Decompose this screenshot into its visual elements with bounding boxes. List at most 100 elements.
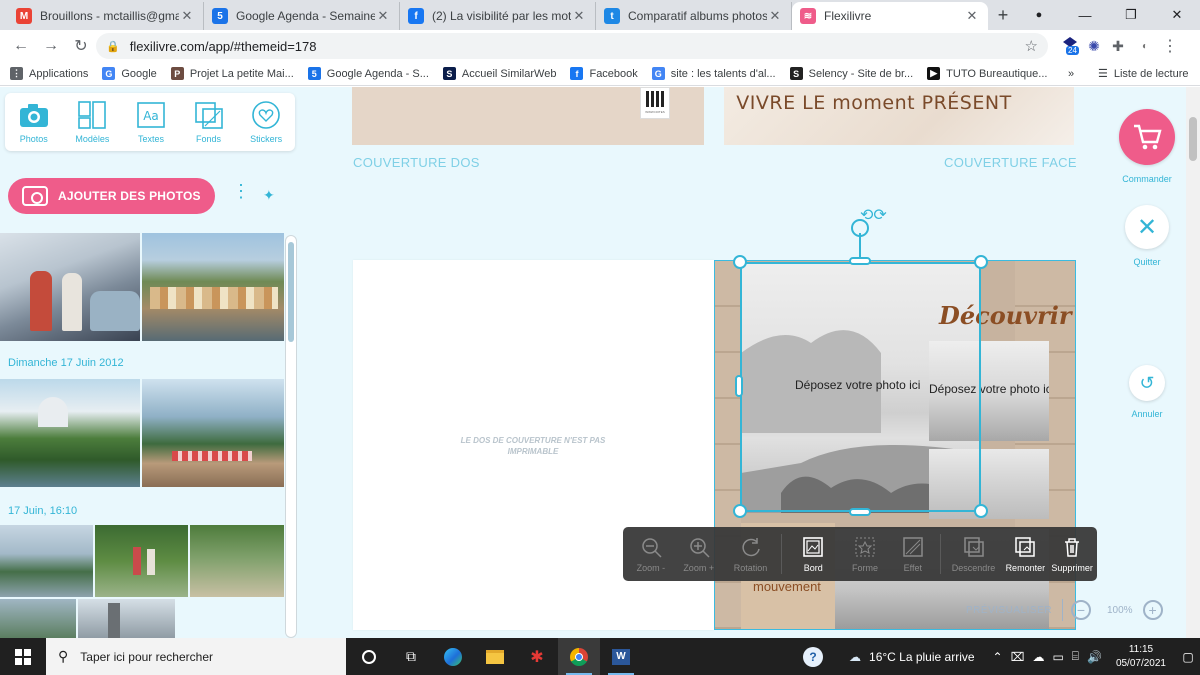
- tool-heart[interactable]: Stickers: [250, 100, 282, 144]
- rotate-button[interactable]: Rotation: [723, 527, 779, 581]
- zoom-out-button[interactable]: −: [1071, 600, 1091, 620]
- extension-gear-icon[interactable]: ✺: [1082, 38, 1106, 55]
- new-tab-button[interactable]: +: [988, 5, 1018, 26]
- volume-icon[interactable]: 🔊: [1087, 650, 1102, 664]
- resize-handle-bottom-left[interactable]: [733, 504, 747, 518]
- tab-close-icon[interactable]: ✕: [571, 8, 587, 24]
- page-scrollbar[interactable]: [1186, 87, 1200, 638]
- network-icon[interactable]: ⌸: [1072, 649, 1079, 664]
- move-down-button[interactable]: Descendre: [944, 527, 1004, 581]
- notifications-icon[interactable]: ▢: [1176, 650, 1200, 664]
- reload-button[interactable]: ↻: [66, 36, 96, 56]
- tool-text[interactable]: Aa Textes: [135, 100, 167, 144]
- resize-handle-bottom[interactable]: [849, 508, 871, 516]
- tool-layout[interactable]: Modèles: [75, 100, 109, 144]
- gallery-photo[interactable]: [0, 233, 140, 341]
- restore-button[interactable]: ❐: [1108, 0, 1154, 30]
- bookmarks-overflow-button[interactable]: »: [1068, 68, 1074, 80]
- add-photos-button[interactable]: AJOUTER DES PHOTOS: [8, 178, 215, 214]
- system-clock[interactable]: 11:15 05/07/2021: [1106, 643, 1176, 671]
- page-caption[interactable]: mouvement: [753, 579, 821, 594]
- bookmark-star-icon[interactable]: ☆: [1025, 37, 1038, 55]
- cortana-icon[interactable]: [348, 638, 390, 675]
- back-button[interactable]: ←: [6, 37, 36, 55]
- browser-tab[interactable]: f (2) La visibilité par les mots - ✕: [400, 2, 596, 30]
- shape-button[interactable]: Forme: [841, 527, 889, 581]
- reading-list-button[interactable]: ☰ Liste de lecture: [1098, 67, 1188, 81]
- border-button[interactable]: Bord: [785, 527, 841, 581]
- resize-handle-top-right[interactable]: [974, 255, 988, 269]
- weather-text[interactable]: 16°C La pluie arrive: [869, 650, 975, 664]
- battery-icon[interactable]: ▭: [1052, 650, 1063, 664]
- tab-close-icon[interactable]: ✕: [375, 8, 391, 24]
- gallery-photo[interactable]: [142, 379, 284, 487]
- trash-button[interactable]: Supprimer: [1047, 527, 1097, 581]
- front-cover-preview[interactable]: VIVRE LE moment PRÉSENT: [724, 87, 1074, 145]
- bookmark-item[interactable]: P Projet La petite Mai...: [170, 67, 294, 80]
- bookmark-item[interactable]: ▶ TUTO Bureautique...: [927, 67, 1047, 80]
- page-scroll-thumb[interactable]: [1189, 117, 1197, 161]
- url-input[interactable]: 🔒 flexilivre.com/app/#themeid=178 ☆: [96, 33, 1048, 59]
- bookmark-item[interactable]: S Accueil SimilarWeb: [442, 67, 556, 80]
- quit-button[interactable]: ✕: [1125, 205, 1169, 249]
- tab-close-icon[interactable]: ✕: [964, 8, 980, 24]
- tab-close-icon[interactable]: ✕: [767, 8, 783, 24]
- resize-handle-left[interactable]: [735, 375, 743, 397]
- order-button[interactable]: [1119, 109, 1175, 165]
- minimize-button[interactable]: —: [1062, 0, 1108, 30]
- close-window-button[interactable]: ✕: [1154, 0, 1200, 30]
- file-explorer-icon[interactable]: [474, 638, 516, 675]
- more-options-icon[interactable]: ⋮: [232, 182, 250, 200]
- profile-menu-icon[interactable]: ●: [1016, 0, 1062, 30]
- windows-start-button[interactable]: [0, 638, 46, 675]
- gallery-scroll-thumb[interactable]: [288, 242, 294, 342]
- gallery-photo[interactable]: [0, 525, 93, 597]
- gallery-photo[interactable]: [0, 379, 140, 487]
- resize-handle-bottom-right[interactable]: [974, 504, 988, 518]
- move-up-button[interactable]: Remonter: [1003, 527, 1047, 581]
- undo-button[interactable]: ↺: [1129, 365, 1165, 401]
- effect-button[interactable]: Effet: [889, 527, 937, 581]
- bookmark-item[interactable]: G Google: [102, 67, 157, 80]
- gallery-scrollbar[interactable]: [285, 235, 297, 638]
- gallery-photo[interactable]: [0, 599, 76, 638]
- tool-camera[interactable]: Photos: [18, 100, 50, 144]
- tray-overflow-icon[interactable]: ⌃: [993, 650, 1003, 664]
- tab-close-icon[interactable]: ✕: [179, 8, 195, 24]
- bookmark-item[interactable]: f Facebook: [570, 67, 638, 80]
- taskbar-search-box[interactable]: ⚲ Taper ici pour rechercher: [46, 638, 346, 675]
- bookmark-item[interactable]: 5 Google Agenda - S...: [307, 67, 429, 80]
- selection-frame[interactable]: [740, 262, 981, 512]
- gallery-photo[interactable]: [78, 599, 175, 638]
- onedrive-icon[interactable]: ☁: [1032, 650, 1044, 664]
- resize-handle-top-left[interactable]: [733, 255, 747, 269]
- zoom-in-button[interactable]: Zoom +: [675, 527, 723, 581]
- help-icon[interactable]: ?: [803, 646, 824, 667]
- gallery-photo[interactable]: [190, 525, 284, 597]
- app-pinned-icon[interactable]: ✱: [516, 638, 558, 675]
- extension-shield-icon[interactable]: 24: [1058, 36, 1082, 57]
- preview-button[interactable]: PRÉVISUALISER: [966, 605, 1052, 616]
- browser-menu-icon[interactable]: ⋮: [1160, 36, 1180, 56]
- bookmark-item[interactable]: ⋮ Applications: [10, 67, 88, 80]
- forward-button[interactable]: →: [36, 37, 66, 55]
- task-view-icon[interactable]: ⧉: [390, 638, 432, 675]
- browser-tab[interactable]: ≋ Flexilivre ✕: [792, 2, 988, 30]
- zoom-in-button[interactable]: +: [1142, 600, 1163, 620]
- edge-icon[interactable]: [432, 638, 474, 675]
- extensions-puzzle-icon[interactable]: ✚: [1106, 38, 1130, 55]
- browser-tab[interactable]: M Brouillons - mctaillis@gmail.c✕: [8, 2, 204, 30]
- tray-device-icon[interactable]: ⌧: [1011, 650, 1025, 664]
- sparkle-icon[interactable]: ✦: [263, 187, 275, 204]
- gallery-photo[interactable]: [142, 233, 284, 341]
- chrome-taskbar-icon[interactable]: [558, 638, 600, 675]
- extension-logo-icon[interactable]: ◐: [1130, 41, 1160, 52]
- gallery-photo[interactable]: [95, 525, 188, 597]
- bookmark-item[interactable]: S Selency - Site de br...: [789, 67, 913, 80]
- word-icon[interactable]: W: [600, 638, 642, 675]
- browser-tab[interactable]: 5 Google Agenda - Semaine du✕: [204, 2, 400, 30]
- resize-handle-top[interactable]: [849, 257, 871, 265]
- tool-background[interactable]: Fonds: [193, 100, 225, 144]
- zoom-out-button[interactable]: Zoom -: [627, 527, 675, 581]
- browser-tab[interactable]: t Comparatif albums photos 20✕: [596, 2, 792, 30]
